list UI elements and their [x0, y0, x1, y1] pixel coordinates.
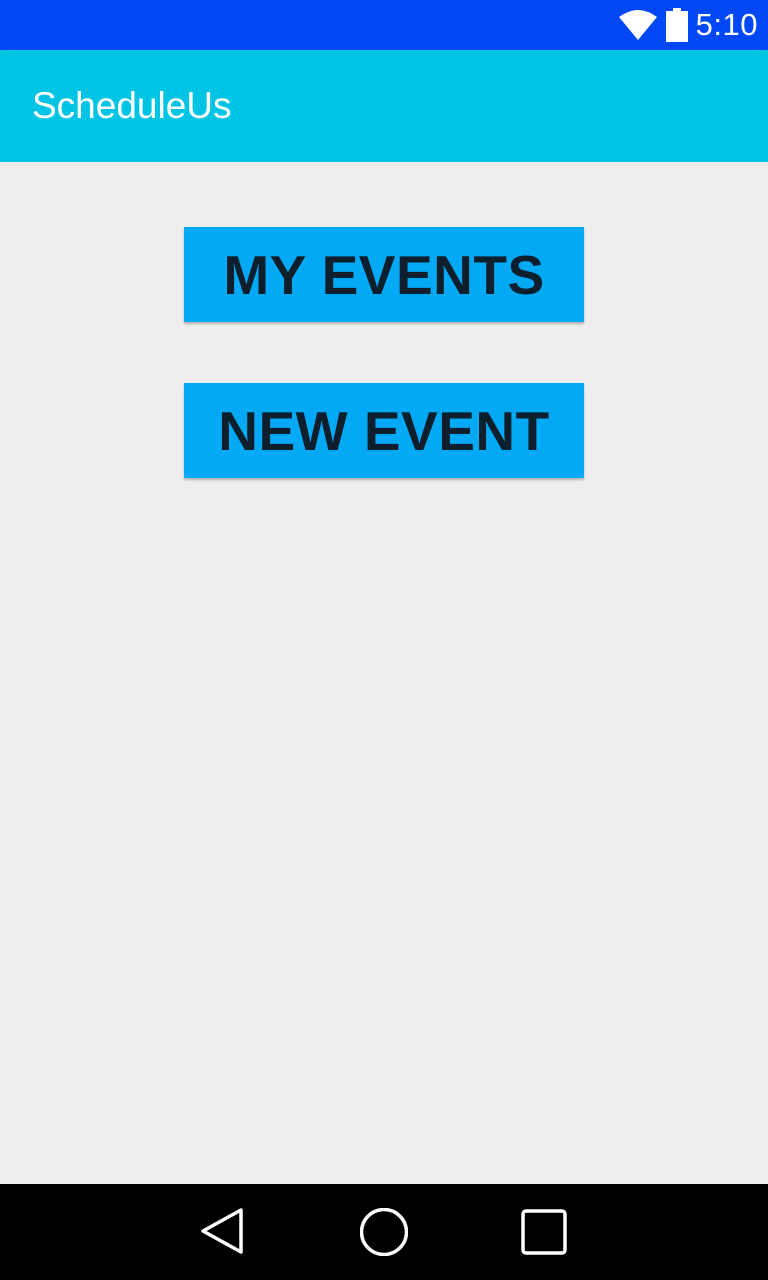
my-events-button[interactable]: MY EVENTS: [184, 227, 584, 322]
status-time: 5:10: [695, 7, 758, 42]
back-triangle-icon[interactable]: [199, 1208, 247, 1256]
status-icons: 5:10: [618, 0, 758, 50]
status-bar: 5:10: [0, 0, 768, 50]
home-circle-icon[interactable]: [360, 1208, 408, 1256]
navigation-bar: [0, 1184, 768, 1280]
battery-icon: [665, 8, 688, 42]
app-bar: ScheduleUs: [0, 50, 768, 162]
my-events-label: MY EVENTS: [223, 243, 545, 306]
wifi-icon: [618, 10, 657, 40]
new-event-label: NEW EVENT: [218, 399, 550, 462]
new-event-button[interactable]: NEW EVENT: [184, 383, 584, 478]
app-title: ScheduleUs: [32, 85, 232, 126]
main-content: MY EVENTS NEW EVENT: [0, 162, 768, 1184]
recents-square-icon[interactable]: [520, 1208, 568, 1256]
